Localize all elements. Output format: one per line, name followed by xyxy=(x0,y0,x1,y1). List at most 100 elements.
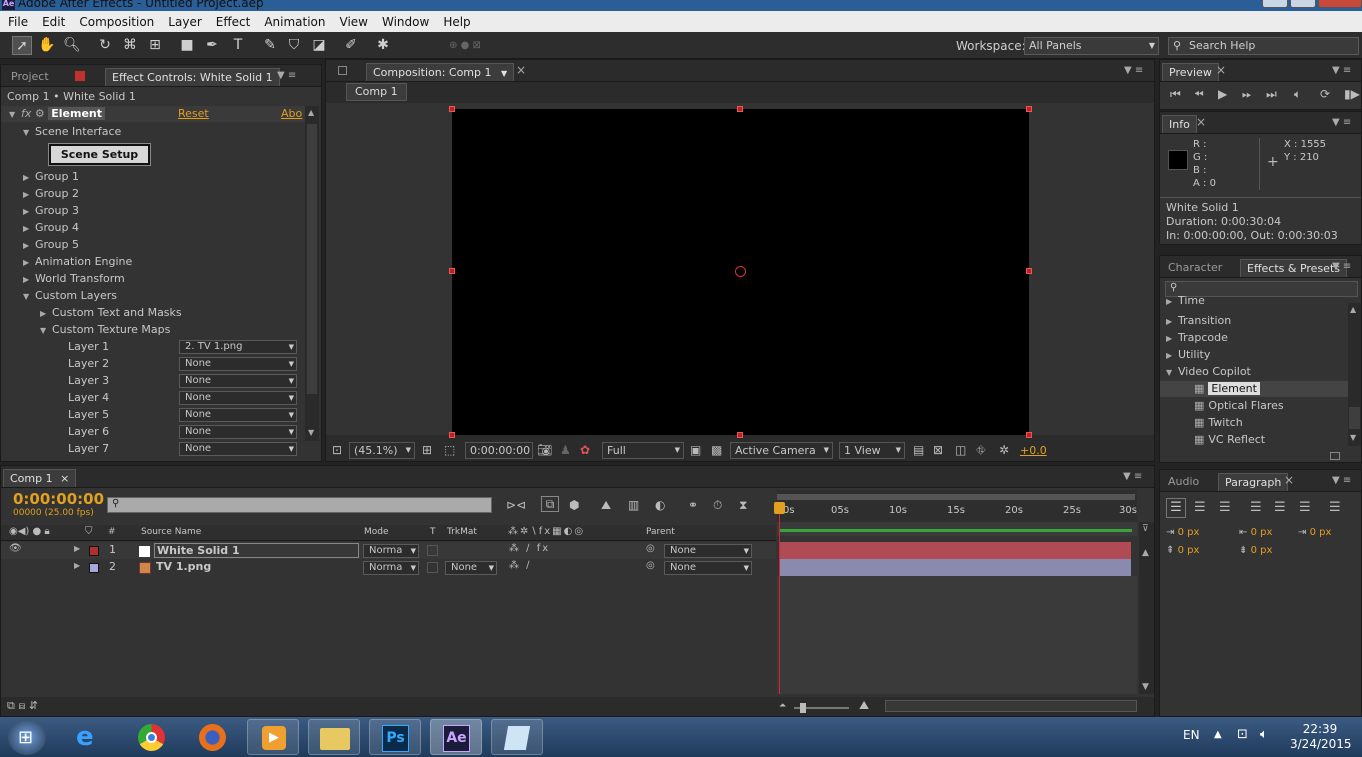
timeline-scrollbar[interactable]: ⊽ ▲ ▼ xyxy=(1139,522,1154,694)
hide-shy-icon[interactable]: ⛰ xyxy=(601,498,611,512)
taskbar-after-effects[interactable]: Ae xyxy=(430,719,482,755)
layer-handle[interactable] xyxy=(1026,432,1032,438)
menu-composition[interactable]: Composition xyxy=(75,15,158,29)
layer-2-select[interactable]: None ▼ xyxy=(179,357,297,371)
layer-bar-2[interactable] xyxy=(780,559,1131,576)
new-folder-icon[interactable] xyxy=(1330,452,1340,460)
panel-menu-icon[interactable]: ▼ ≡ xyxy=(1332,117,1351,128)
close-icon[interactable]: × xyxy=(1284,473,1294,487)
panel-menu-icon[interactable]: ▼ ≡ xyxy=(1332,65,1351,76)
menu-effect[interactable]: Effect xyxy=(212,15,255,29)
layer-handle[interactable] xyxy=(449,268,455,274)
work-area-range[interactable] xyxy=(777,494,1135,500)
group-2-row[interactable]: ▶ Group 2 xyxy=(23,185,79,202)
close-icon[interactable]: × xyxy=(60,472,69,485)
tab-comp-1[interactable]: Comp 1 × xyxy=(3,469,77,487)
current-time-indicator[interactable] xyxy=(779,502,780,694)
eraser-tool-icon[interactable]: ◪ xyxy=(309,36,329,55)
roto-brush-tool-icon[interactable]: ✐ xyxy=(341,36,361,55)
toggle-panes-icons[interactable]: ⧉ ⧈ ⇵ xyxy=(7,699,38,713)
timeline-empty-area[interactable] xyxy=(777,576,1137,694)
search-help-input[interactable]: ⚲ Search Help xyxy=(1168,37,1359,55)
align-right-icon[interactable]: ☰ xyxy=(1219,501,1231,515)
panel-menu-icon[interactable]: ▼ ≡ xyxy=(1124,65,1143,76)
maximize-button[interactable] xyxy=(1290,0,1316,8)
expand-triangle-icon[interactable]: ▶ xyxy=(74,544,80,553)
menu-animation[interactable]: Animation xyxy=(260,15,329,29)
audio-icon[interactable]: 🔈︎ xyxy=(1294,87,1301,101)
time-ruler[interactable]: 0s 05s 10s 15s 20s 25s 30s xyxy=(777,504,1137,522)
selection-tool-icon[interactable]: ➚ xyxy=(12,36,32,55)
comp-sub-tab[interactable]: Comp 1 xyxy=(346,83,407,101)
layer-handle[interactable] xyxy=(1026,268,1032,274)
camera-select[interactable]: Active Camera ▼ xyxy=(730,442,833,459)
playhead-icon[interactable] xyxy=(774,502,785,514)
layer-name[interactable]: TV 1.png xyxy=(156,560,211,573)
layer-4-select[interactable]: None ▼ xyxy=(179,391,297,405)
menu-file[interactable]: File xyxy=(4,15,32,29)
tab-composition[interactable]: Composition: Comp 1 ▼ xyxy=(366,63,515,81)
taskbar-notepad[interactable] xyxy=(491,719,543,755)
puppet-pin-tool-icon[interactable]: ✱ xyxy=(373,36,393,55)
menu-window[interactable]: Window xyxy=(378,15,433,29)
world-transform-row[interactable]: ▶ World Transform xyxy=(23,270,125,287)
justify-left-icon[interactable]: ☰ xyxy=(1250,501,1262,515)
layer-6-select[interactable]: None ▼ xyxy=(179,425,297,439)
layer-switches-icons[interactable]: ⁂ ∕ fx xyxy=(509,543,550,554)
layer-1-select[interactable]: 2. TV 1.png ▼ xyxy=(179,340,297,354)
mode-select[interactable]: Norma ▼ xyxy=(363,544,419,558)
panel-menu-icon[interactable]: ▼ ≡ xyxy=(1332,261,1351,272)
brush-tool-icon[interactable]: ✎ xyxy=(260,36,280,55)
effect-item-vc-reflect[interactable]: ▦ VC Reflect xyxy=(1194,431,1265,448)
layer-handle[interactable] xyxy=(449,432,455,438)
timecode-field[interactable]: 0:00:00:00 xyxy=(465,442,533,459)
custom-text-masks-row[interactable]: ▶ Custom Text and Masks xyxy=(40,304,182,321)
network-icon[interactable]: ⊡ xyxy=(1237,727,1248,742)
eye-icon[interactable]: 👁︎ xyxy=(9,543,22,554)
panel-menu-icon[interactable]: ▼ ≡ xyxy=(277,70,296,81)
taskbar-ie[interactable]: e xyxy=(64,719,116,755)
last-frame-icon[interactable]: ⏭ xyxy=(1266,87,1277,101)
clock[interactable]: 22:39 3/24/2015 xyxy=(1290,722,1352,752)
hand-tool-icon[interactable]: ✋ xyxy=(37,36,57,55)
group-5-row[interactable]: ▶ Group 5 xyxy=(23,236,79,253)
group-4-row[interactable]: ▶ Group 4 xyxy=(23,219,79,236)
preserve-transparency-checkbox[interactable] xyxy=(427,562,438,573)
tab-audio[interactable]: Audio xyxy=(1162,473,1205,491)
scroll-down-icon[interactable]: ▼ xyxy=(1350,433,1356,442)
label-color-swatch[interactable] xyxy=(89,546,99,556)
scroll-down-icon[interactable]: ▼ xyxy=(1142,682,1149,692)
scroll-up-icon[interactable]: ▲ xyxy=(308,108,314,117)
pan-behind-tool-icon[interactable]: ⊞ xyxy=(145,36,165,55)
effect-item-optical-flares[interactable]: ▦ Optical Flares xyxy=(1194,397,1284,414)
layer-7-select[interactable]: None ▼ xyxy=(179,442,297,456)
layer-5-select[interactable]: None ▼ xyxy=(179,408,297,422)
indent-first-line-field[interactable]: ⇥ 0 px xyxy=(1298,527,1331,538)
exposure-value[interactable]: +0.0 xyxy=(1020,444,1047,457)
tab-info[interactable]: Info xyxy=(1162,115,1197,133)
custom-layers-row[interactable]: ▼ Custom Layers xyxy=(23,287,117,304)
channel-icon[interactable]: ✿ xyxy=(580,443,590,457)
zoom-out-icon[interactable]: ⏶ xyxy=(779,701,786,711)
taskbar-firefox[interactable] xyxy=(186,719,238,755)
show-snapshot-icon[interactable]: ♟ xyxy=(560,443,571,457)
volume-icon[interactable]: 🔈︎ xyxy=(1260,727,1268,742)
menu-layer[interactable]: Layer xyxy=(164,15,205,29)
flowchart-icon[interactable]: ⛗ xyxy=(976,443,986,457)
ram-preview-icon[interactable]: ▮▶ xyxy=(1344,87,1360,101)
animation-engine-row[interactable]: ▶ Animation Engine xyxy=(23,253,132,270)
comp-mini-flowchart-icon[interactable]: ⊳⊲ xyxy=(506,498,526,512)
mask-visibility-icon[interactable]: ⬚ xyxy=(444,443,455,457)
snapshot-icon[interactable]: 📷︎ xyxy=(537,443,552,457)
pick-whip-icon[interactable]: ◎ xyxy=(646,560,655,571)
layer-handle[interactable] xyxy=(1026,106,1032,112)
timeline-timecode[interactable]: 0:00:00:00 xyxy=(13,490,104,508)
scene-setup-button[interactable]: Scene Setup xyxy=(48,143,151,166)
start-button[interactable]: ⊞ xyxy=(8,719,46,755)
timeline-icon[interactable]: ◫ xyxy=(955,443,966,457)
close-icon[interactable]: × xyxy=(1196,115,1206,129)
resolution-select[interactable]: Full ▼ xyxy=(602,442,684,459)
layer-handle[interactable] xyxy=(737,432,743,438)
mode-select[interactable]: Norma ▼ xyxy=(363,561,419,575)
next-frame-icon[interactable]: ⏩︎ xyxy=(1242,87,1252,101)
